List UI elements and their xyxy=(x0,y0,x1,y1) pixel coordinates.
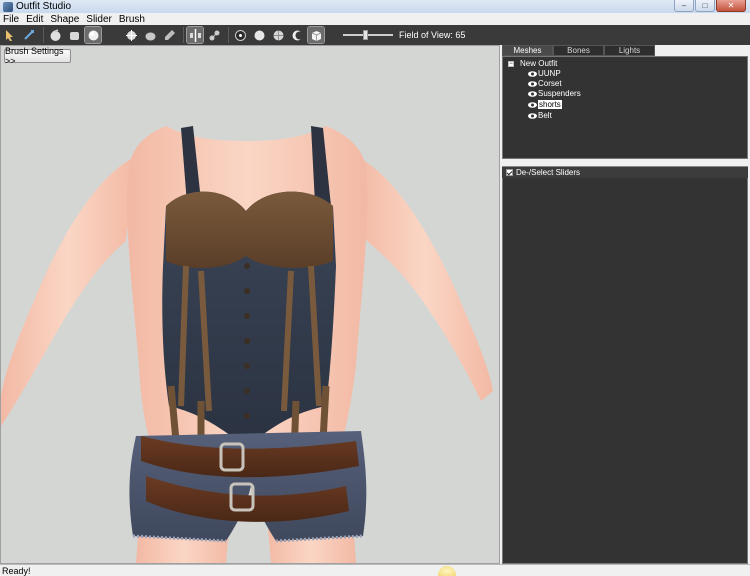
menu-brush[interactable]: Brush xyxy=(119,14,145,25)
eye-icon[interactable] xyxy=(528,112,537,119)
mesh-tree: − New Outfit UUNP Corset Suspenders shor… xyxy=(502,56,748,159)
mesh-item-suspenders[interactable]: Suspenders xyxy=(528,89,581,98)
window-title: Outfit Studio xyxy=(16,1,72,12)
tab-meshes[interactable]: Meshes xyxy=(502,45,553,56)
vertex-view-icon[interactable] xyxy=(232,27,248,43)
eye-icon[interactable] xyxy=(528,80,537,87)
menu-slider[interactable]: Slider xyxy=(86,14,112,25)
menu-file[interactable]: File xyxy=(3,14,19,25)
eye-icon[interactable] xyxy=(528,90,537,97)
menu-bar: File Edit Shape Slider Brush xyxy=(0,13,750,25)
tab-bones[interactable]: Bones xyxy=(553,45,604,56)
fov-slider-track xyxy=(343,34,393,36)
transform-icon[interactable] xyxy=(21,27,37,43)
minimize-icon[interactable]: – xyxy=(674,0,694,12)
move-brush-icon[interactable] xyxy=(104,27,120,43)
panel-tabs: Meshes Bones Lights xyxy=(502,45,750,56)
mesh-item-label: Belt xyxy=(538,111,552,120)
eye-icon[interactable] xyxy=(528,101,537,108)
toolbar-separator xyxy=(228,27,229,43)
corset-cup-left xyxy=(166,191,246,268)
toolbar-separator xyxy=(183,27,184,43)
tree-root[interactable]: − New Outfit xyxy=(508,59,557,68)
right-arm xyxy=(356,156,493,401)
tree-root-label: New Outfit xyxy=(520,59,558,68)
shaded-view-icon[interactable] xyxy=(251,27,267,43)
smooth-brush-icon[interactable] xyxy=(123,27,139,43)
inflate-brush-icon[interactable] xyxy=(66,27,82,43)
eye-icon[interactable] xyxy=(528,70,537,77)
tab-lights[interactable]: Lights xyxy=(604,45,655,56)
mesh-item-corset[interactable]: Corset xyxy=(528,79,562,88)
menu-shape[interactable]: Shape xyxy=(50,14,79,25)
lighting-icon[interactable] xyxy=(289,27,305,43)
fov-slider[interactable] xyxy=(343,27,393,43)
menu-edit[interactable]: Edit xyxy=(26,14,43,25)
mesh-item-uunp[interactable]: UUNP xyxy=(528,69,561,78)
outfit-model[interactable] xyxy=(1,66,499,563)
status-text: Ready! xyxy=(2,565,31,576)
mesh-item-label: Corset xyxy=(538,79,562,88)
texture-icon[interactable] xyxy=(307,26,325,44)
close-icon[interactable]: ✕ xyxy=(716,0,746,12)
mesh-item-shorts[interactable]: shorts xyxy=(528,100,562,109)
deflate-brush-icon[interactable] xyxy=(84,26,102,44)
mirror-x-icon[interactable] xyxy=(186,26,204,44)
connected-only-icon[interactable] xyxy=(206,27,222,43)
toolbar: Field of View: 65 xyxy=(0,25,750,45)
window-controls: – □ ✕ xyxy=(674,0,746,12)
select-icon[interactable] xyxy=(2,27,18,43)
3d-viewport[interactable]: Brush Settings >> xyxy=(0,45,500,564)
brush-settings-button[interactable]: Brush Settings >> xyxy=(4,46,71,66)
app-icon xyxy=(3,1,13,12)
wireframe-view-icon[interactable] xyxy=(270,27,286,43)
status-bar: Ready! xyxy=(0,564,750,576)
corset-cup-right xyxy=(246,191,333,268)
select-sliders-checkbox[interactable] xyxy=(506,169,513,176)
sliders-header: De-/Select Sliders xyxy=(502,166,748,178)
title-bar: Outfit Studio – □ ✕ xyxy=(0,0,750,13)
mesh-item-belt[interactable]: Belt xyxy=(528,111,552,120)
weight-brush-icon[interactable] xyxy=(142,27,158,43)
fov-slider-thumb[interactable] xyxy=(363,30,368,40)
color-brush-icon[interactable] xyxy=(161,27,177,43)
sliders-panel xyxy=(502,178,748,564)
fov-label: Field of View: 65 xyxy=(399,30,466,40)
mesh-item-label: UUNP xyxy=(538,69,561,78)
sliders-header-label: De-/Select Sliders xyxy=(516,168,581,177)
mesh-item-label: shorts xyxy=(538,100,562,109)
collapse-icon[interactable]: − xyxy=(508,60,514,67)
maximize-icon[interactable]: □ xyxy=(695,0,715,12)
toolbar-separator xyxy=(43,27,44,43)
left-arm xyxy=(1,156,136,426)
mesh-item-label: Suspenders xyxy=(538,89,581,98)
mask-brush-icon[interactable] xyxy=(47,27,63,43)
